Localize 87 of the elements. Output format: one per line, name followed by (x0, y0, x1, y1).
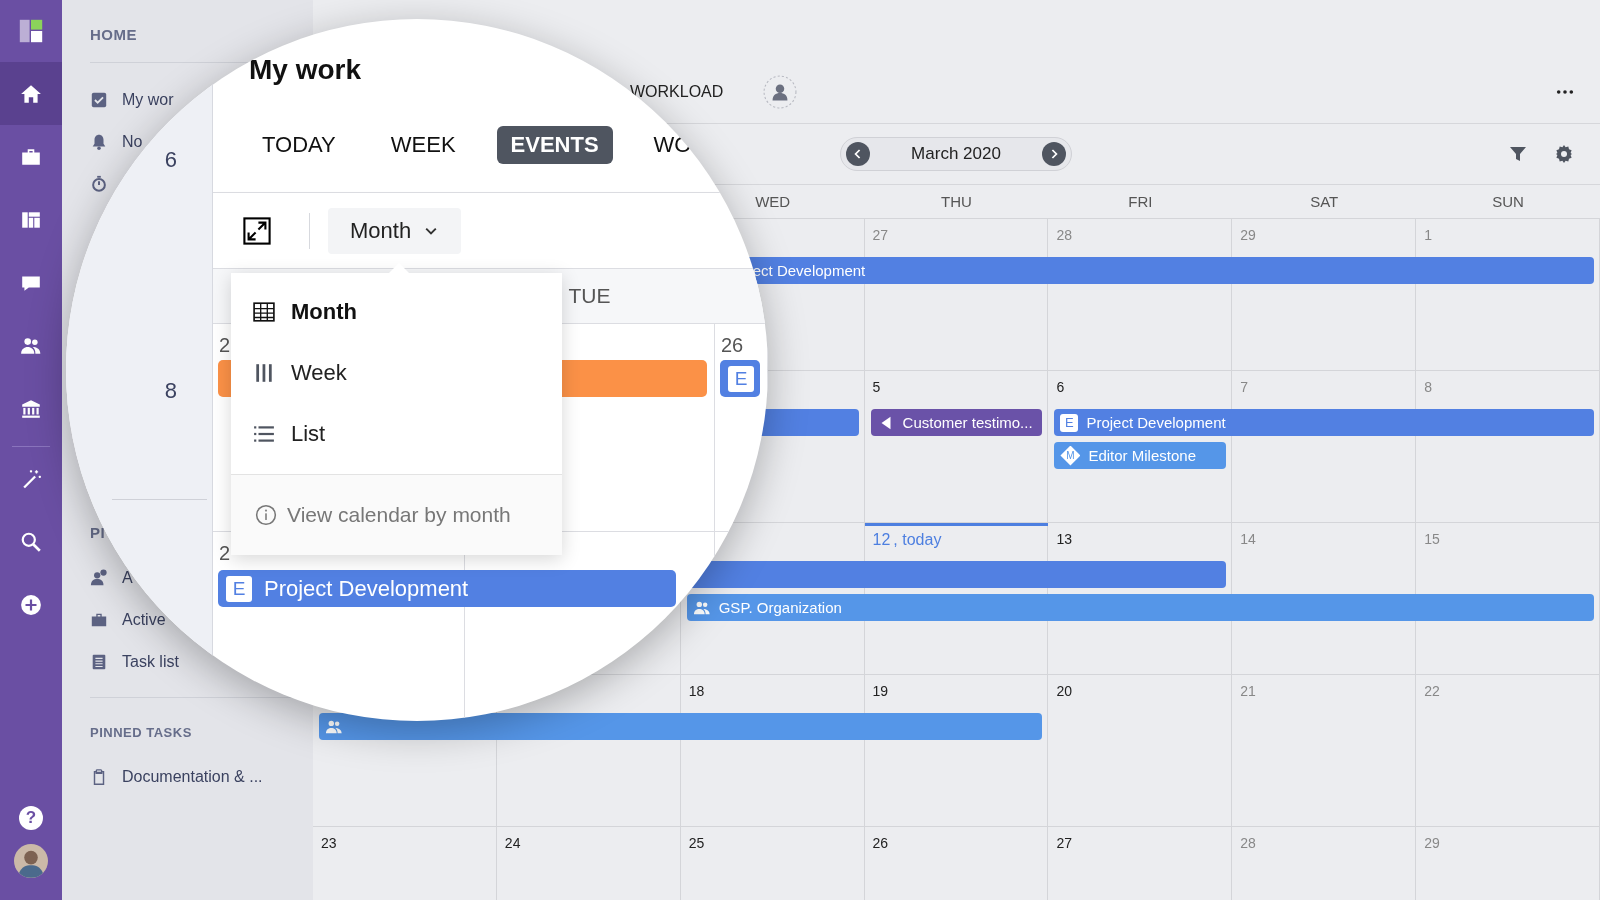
weekday-label: THU (941, 193, 972, 210)
event-bar[interactable]: E (720, 360, 760, 397)
date-label: 25 (688, 835, 705, 851)
bell-icon[interactable] (90, 133, 108, 151)
date-label: 2 (219, 334, 231, 356)
date-label: 26 (872, 835, 889, 851)
date-label: 23 (321, 835, 337, 851)
nav-item[interactable]: No (122, 133, 143, 151)
section-heading: HOME (90, 26, 138, 43)
expand-icon[interactable] (243, 216, 271, 245)
date-label: 5 (872, 379, 881, 395)
date-label: 8 (1424, 379, 1432, 395)
view-dropdown[interactable]: Month (328, 207, 462, 254)
date-label: 19 (872, 683, 889, 699)
briefcase-icon[interactable] (90, 611, 108, 629)
date-label: 2 (219, 542, 231, 564)
document-list-icon[interactable] (90, 653, 108, 671)
next-button[interactable] (1042, 142, 1066, 166)
count-label: 8 (164, 378, 177, 404)
logo-icon[interactable] (17, 17, 45, 45)
page-title: My work (249, 53, 362, 87)
table-icon (253, 300, 275, 323)
date-label: 18 (688, 683, 705, 699)
info-icon (255, 504, 277, 526)
date-label: 27 (1056, 835, 1072, 851)
menu-item[interactable]: List (231, 403, 562, 464)
filter-icon[interactable] (1508, 144, 1528, 164)
previous-button[interactable] (846, 142, 870, 166)
event-type-badge: E (728, 365, 754, 392)
date-label: 29 (1424, 835, 1440, 851)
bank-icon (20, 397, 42, 420)
home-button[interactable] (0, 62, 62, 125)
nav-item[interactable]: Active (122, 611, 166, 629)
weekday-label: TUE (568, 284, 611, 308)
event-type-badge: M (1060, 445, 1081, 466)
section-heading: PI (90, 524, 107, 541)
event-bar[interactable]: E Project Development (1054, 409, 1594, 436)
wand-icon (20, 467, 42, 490)
timer-icon[interactable] (90, 175, 108, 193)
nav-item[interactable]: Task list (122, 653, 179, 671)
event-bar[interactable]: Customer testimo... (870, 409, 1043, 436)
date-label: 7 (1240, 379, 1249, 395)
checkbox-icon[interactable] (90, 91, 108, 109)
date-label: 24 (504, 835, 521, 851)
view-tab[interactable]: WEEK (376, 126, 470, 164)
nav-item[interactable]: A (122, 569, 133, 587)
weekday-label: SAT (1310, 193, 1339, 210)
event-bar[interactable]: E Project Development (218, 570, 676, 607)
add-icon (20, 593, 42, 616)
date-label: 15 (1424, 531, 1440, 547)
help-button[interactable]: ? (19, 806, 43, 830)
bars-icon (253, 361, 275, 384)
date-label: 21 (1240, 683, 1256, 699)
date-label: 20 (1056, 683, 1072, 699)
weekday-label: FRI (1128, 193, 1153, 210)
search-icon (20, 530, 42, 553)
date-label: 28 (1056, 227, 1072, 243)
event-type-badge: E (226, 575, 252, 602)
date-label: 6 (1056, 379, 1065, 395)
date-label: 26 (721, 334, 744, 356)
view-tab[interactable]: EVENTS (496, 126, 613, 164)
weekday-label: SUN (1492, 193, 1524, 210)
menu-item[interactable]: Week (231, 342, 562, 403)
date-label: 27 (872, 227, 889, 243)
avatar-icon[interactable] (14, 844, 48, 878)
pinned-task[interactable]: Documentation & ... (122, 768, 263, 786)
workload-tab[interactable]: WORKLOAD (630, 82, 724, 101)
count-label: 6 (164, 147, 177, 173)
date-label: 22 (1424, 683, 1440, 699)
date-label: 13 (1056, 531, 1072, 547)
view-tab[interactable]: TODAY (248, 126, 350, 164)
date-label: 1 (1424, 227, 1432, 243)
month-label: March 2020 (911, 144, 1001, 164)
date-label: 14 (1240, 531, 1256, 547)
section-heading: PINNED TASKS (90, 725, 193, 740)
event-bar[interactable] (319, 713, 1043, 740)
nav-item[interactable]: My wor (122, 91, 174, 109)
user-alert-icon[interactable] (90, 569, 108, 587)
event-type-badge: E (1060, 413, 1079, 432)
date-label: 12 , today (872, 531, 942, 548)
weekday-label: WED (755, 193, 791, 210)
user-icon[interactable] (763, 74, 798, 109)
menu-item[interactable]: Month (231, 281, 562, 342)
date-label: 28 (1240, 835, 1256, 851)
settings-icon[interactable] (1554, 144, 1574, 164)
hint-text: View calendar by month (287, 503, 511, 527)
date-label: 29 (1240, 227, 1256, 243)
